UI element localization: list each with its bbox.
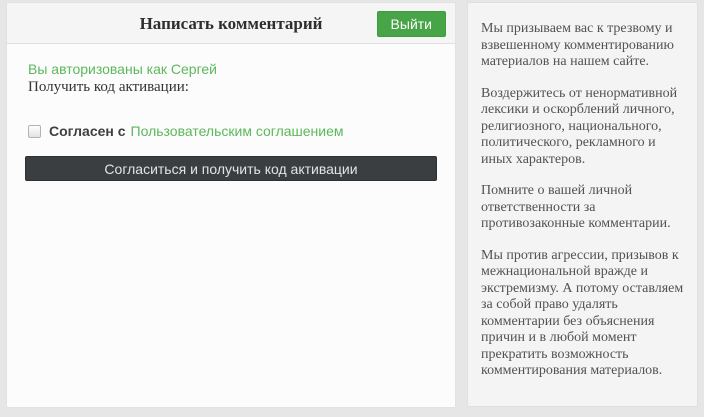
- rules-panel: Мы призываем вас к трезвому и взвешенном…: [467, 2, 698, 407]
- logout-button[interactable]: Выйти: [377, 11, 446, 37]
- rules-paragraph: Воздержитесь от ненормативной лексики и …: [481, 86, 684, 169]
- panel-body: Вы авторизованы как Сергей Получить код …: [7, 44, 455, 181]
- rules-paragraph: Мы призываем вас к трезвому и взвешенном…: [481, 21, 684, 71]
- auth-status-text: Вы авторизованы как Сергей: [28, 61, 440, 78]
- panel-header: Написать комментарий Выйти: [7, 3, 455, 44]
- get-code-label: Получить код активации:: [28, 78, 440, 96]
- agree-checkbox[interactable]: [28, 125, 41, 138]
- submit-button[interactable]: Согласиться и получить код активации: [25, 156, 437, 181]
- comment-form-panel: Написать комментарий Выйти Вы авторизова…: [6, 2, 456, 408]
- agree-label: Согласен с: [49, 123, 126, 139]
- agreement-row: Согласен с Пользовательским соглашением: [28, 123, 440, 139]
- rules-paragraph: Мы против агрессии, призывов к межнацион…: [481, 248, 684, 380]
- user-agreement-link[interactable]: Пользовательским соглашением: [131, 123, 344, 139]
- rules-paragraph: Помните о вашей личной ответственности з…: [481, 183, 684, 233]
